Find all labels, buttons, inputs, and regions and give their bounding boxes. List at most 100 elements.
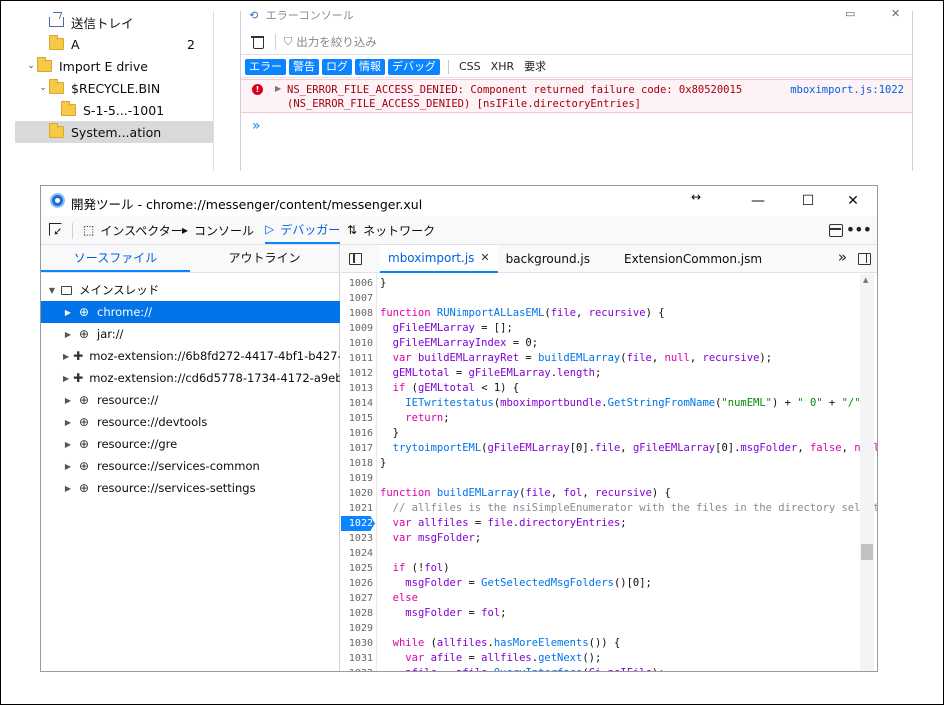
source-tree-item[interactable]: ▶ ⊕ resource://services-settings [41,477,340,499]
line-number[interactable]: 1032 [341,666,373,671]
tab-console[interactable]: ▸ コンソール [182,216,254,244]
line-number[interactable]: 1028 [341,606,373,621]
chevron-down-icon[interactable]: ▼ [47,286,57,295]
line-number[interactable]: 1012 [341,366,373,381]
line-number[interactable]: 1019 [341,471,373,486]
source-tree-item[interactable]: ▶ ⊕ resource://services-common [41,455,340,477]
filter-output-input[interactable]: 出力を絞り込み [296,34,377,50]
line-number[interactable]: 1024 [341,546,373,561]
line-number-gutter[interactable]: 1006 1007 1008 1009 1010 1011 1012 1013 1014 1015… [341,274,377,671]
trash-icon[interactable] [251,35,265,49]
chevron-right-icon[interactable]: ▶ [63,440,73,449]
folder-tree-item[interactable]: S-1-5...-1001 [15,99,213,121]
minimize-icon[interactable]: — [743,189,773,213]
line-number[interactable]: 1010 [341,336,373,351]
level-filter-button[interactable]: ログ [322,58,352,75]
chevron-right-icon[interactable]: ▶ [63,352,69,361]
chevron-right-icon[interactable]: ▶ [63,330,73,339]
line-number[interactable]: 1021 [341,501,373,516]
source-tree-item[interactable]: ▶ ⊕ jar:// [41,323,340,345]
chevron-right-icon[interactable]: ▶ [63,374,69,383]
line-number[interactable]: 1018 [341,456,373,471]
tab-outline[interactable]: アウトライン [190,245,339,272]
code-editor[interactable]: 1006 1007 1008 1009 1010 1011 1012 1013 1014 1015… [341,274,877,671]
more-options-icon[interactable]: ••• [846,220,872,239]
folder-tree-item[interactable]: 送信トレイ [15,11,213,33]
restore-icon[interactable]: ▭ [845,7,855,20]
toggle-right-pane-icon[interactable] [858,253,871,265]
line-number[interactable]: 1030 [341,636,373,651]
chevron-right-icon[interactable]: ▶ [63,418,73,427]
scrollbar-thumb[interactable] [861,544,873,560]
source-tree-item[interactable]: ▶ ⊕ chrome:// [41,301,340,323]
console-filter-bar: ⛉ 出力を絞り込み [241,29,912,55]
dock-layout-icon[interactable] [829,224,843,237]
folder-tree-item[interactable]: ⌄ $RECYCLE.BIN [15,77,213,99]
element-picker-icon[interactable] [48,222,64,238]
chevron-down-icon[interactable]: ⌄ [25,61,37,71]
request-filter-button[interactable]: CSS [455,59,485,75]
line-number[interactable]: 1027 [341,591,373,606]
line-number[interactable]: 1026 [341,576,373,591]
source-tree-item[interactable]: ▶ ✚ moz-extension://6b8fd272-4417-4bf1-b42… [41,345,340,367]
main-thread-node[interactable]: ▼ メインスレッド [41,279,340,301]
inspector-icon: ⬚ [83,223,95,237]
close-icon[interactable]: ✕ [891,7,899,20]
toggle-sources-pane-icon[interactable] [349,252,362,265]
line-number[interactable]: 1009 [341,321,373,336]
tab-inspector[interactable]: ⬚ インスペクター [83,216,183,244]
tab-network[interactable]: ⇅ ネットワーク [347,216,435,244]
scroll-up-icon[interactable]: ▲ [863,276,868,284]
line-number[interactable]: 1006 [341,276,373,291]
console-error-message[interactable]: ! ▶ NS_ERROR_FILE_ACCESS_DENIED: Compone… [241,79,912,113]
close-icon[interactable]: ✕ [838,189,868,213]
console-input-prompt[interactable]: » [252,118,261,134]
line-number[interactable]: 1007 [341,291,373,306]
editor-tab[interactable]: mboximport.js ✕ [380,244,498,273]
source-tree-item[interactable]: ▶ ⊕ resource://gre [41,433,340,455]
editor-tab[interactable]: ExtensionCommon.jsm [616,245,770,273]
line-number[interactable]: 1008 [341,306,373,321]
line-number[interactable]: 1031 [341,651,373,666]
folder-tree-item[interactable]: A2 [15,33,213,55]
request-filter-button[interactable]: 要求 [520,59,550,75]
breakpoint-marker[interactable]: 1022 [341,516,375,531]
code-line: var msgFolder; [392,532,482,544]
code-line: } [380,277,387,289]
folder-tree-item[interactable]: System...ation [15,121,213,143]
level-filter-button[interactable]: 警告 [289,58,319,75]
close-tab-icon[interactable]: ✕ [480,245,489,271]
line-number[interactable]: 1029 [341,621,373,636]
editor-tab[interactable]: background.js [498,245,598,273]
chevron-down-icon[interactable]: ⌄ [37,83,49,93]
line-number[interactable]: 1011 [341,351,373,366]
chevron-right-icon[interactable]: ▶ [63,484,73,493]
error-source-link[interactable]: mboximport.js:1022 [790,84,904,96]
line-number[interactable]: 1017 [341,441,373,456]
expand-arrow-icon[interactable]: ▶ [275,84,281,93]
level-filter-button[interactable]: 情報 [355,58,385,75]
chevron-right-icon[interactable]: ▶ [63,308,73,317]
line-number[interactable]: 1020 [341,486,373,501]
chevron-right-icon[interactable]: ▶ [63,396,73,405]
line-number[interactable]: 1016 [341,426,373,441]
line-number[interactable]: 1015 [341,411,373,426]
request-filter-button[interactable]: XHR [487,59,518,75]
line-number[interactable]: 1025 [341,561,373,576]
tabs-overflow-icon[interactable]: » [838,248,847,266]
level-filter-button[interactable]: デバッグ [388,58,440,75]
resize-cursor-icon: ↔ [691,190,702,204]
tab-source-files[interactable]: ソースファイル [41,245,190,272]
source-tree-item[interactable]: ▶ ✚ moz-extension://cd6d5778-1734-4172-a9e… [41,367,340,389]
line-number[interactable]: 1014 [341,396,373,411]
tab-debugger[interactable]: ▷ デバッガー [265,216,341,244]
source-tree-item[interactable]: ▶ ⊕ resource:// [41,389,340,411]
maximize-icon[interactable]: ☐ [793,189,823,213]
line-number[interactable]: 1023 [341,531,373,546]
level-filter-button[interactable]: エラー [245,58,286,75]
chevron-right-icon[interactable]: ▶ [63,462,73,471]
vertical-scrollbar[interactable]: ▲ [860,274,874,671]
folder-tree-item[interactable]: ⌄ Import E drive [15,55,213,77]
line-number[interactable]: 1013 [341,381,373,396]
source-tree-item[interactable]: ▶ ⊕ resource://devtools [41,411,340,433]
